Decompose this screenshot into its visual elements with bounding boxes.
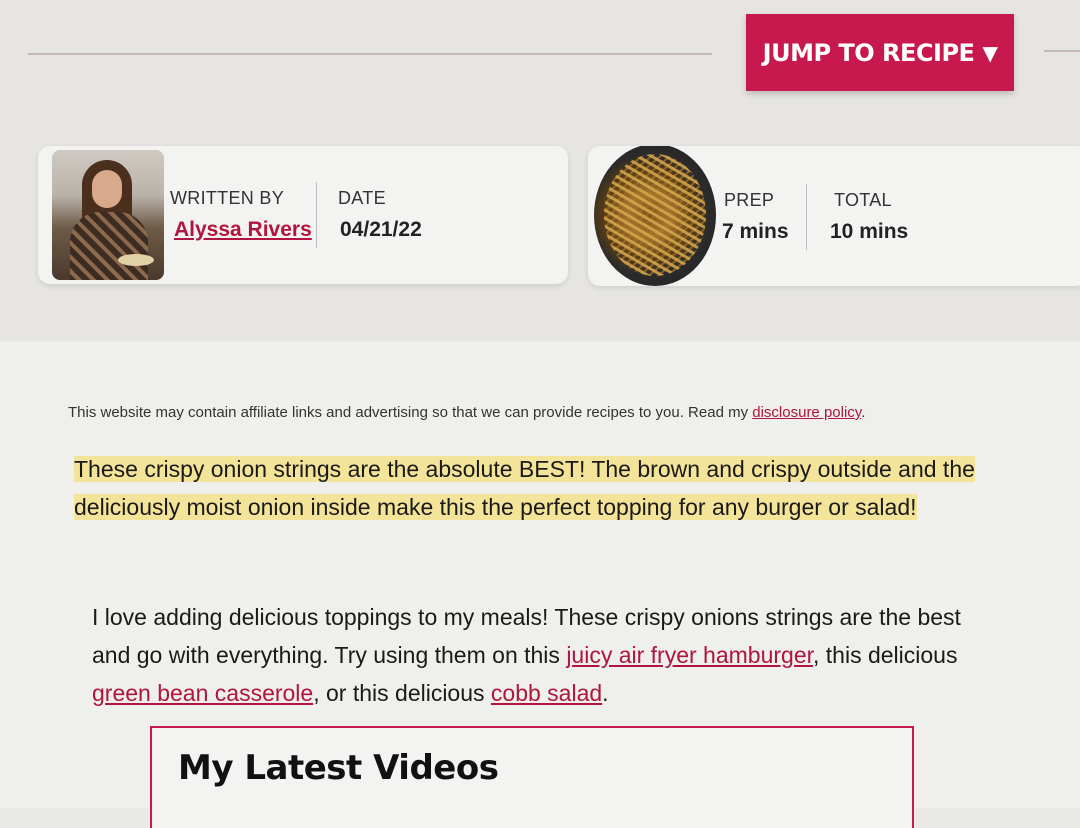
triangle-down-icon: ▼ [982, 40, 998, 65]
author-link[interactable]: Alyssa Rivers [174, 218, 312, 242]
disclaimer-end: . [861, 404, 866, 421]
air-fryer-hamburger-link[interactable]: juicy air fryer hamburger [566, 642, 813, 668]
date-value: 04/21/22 [340, 218, 422, 241]
intro-paragraph: These crispy onion strings are the absol… [74, 450, 984, 526]
latest-videos-title: My Latest Videos [178, 748, 499, 788]
written-by-label: WRITTEN BY [170, 188, 284, 208]
green-bean-casserole-link[interactable]: green bean casserole [92, 680, 313, 706]
total-label: TOTAL [834, 190, 892, 210]
disclaimer-text: This website may contain affiliate links… [68, 404, 753, 421]
p2-text-c: , or this delicious [313, 680, 491, 706]
prep-value: 7 mins [722, 220, 789, 243]
intro-highlight: These crispy onion strings are the absol… [74, 456, 975, 520]
affiliate-disclaimer: This website may contain affiliate links… [68, 404, 865, 421]
jump-to-recipe-button[interactable]: JUMP TO RECIPE ▼ [746, 14, 1014, 91]
total-value: 10 mins [830, 220, 909, 243]
cobb-salad-link[interactable]: cobb salad [491, 680, 602, 706]
date-label: DATE [338, 188, 386, 208]
body-paragraph: I love adding delicious toppings to my m… [92, 598, 962, 712]
divider-line-right [1044, 50, 1080, 52]
onion-strings-image [594, 146, 716, 286]
divider-line-left [28, 53, 712, 55]
disclosure-policy-link[interactable]: disclosure policy [752, 404, 861, 421]
latest-videos-box: My Latest Videos [150, 726, 914, 828]
recipe-time-card: PREP 7 mins TOTAL 10 mins [588, 146, 1080, 286]
author-avatar [52, 150, 164, 280]
p2-text-b: , this delicious [813, 642, 958, 668]
meta-divider [316, 182, 317, 248]
jump-to-recipe-label: JUMP TO RECIPE [762, 38, 975, 67]
post-content: This website may contain affiliate links… [0, 342, 1080, 828]
author-meta-card: WRITTEN BY Alyssa Rivers DATE 04/21/22 [38, 146, 568, 284]
p2-text-d: . [602, 680, 609, 706]
prep-label: PREP [724, 190, 775, 210]
time-divider [806, 184, 807, 250]
